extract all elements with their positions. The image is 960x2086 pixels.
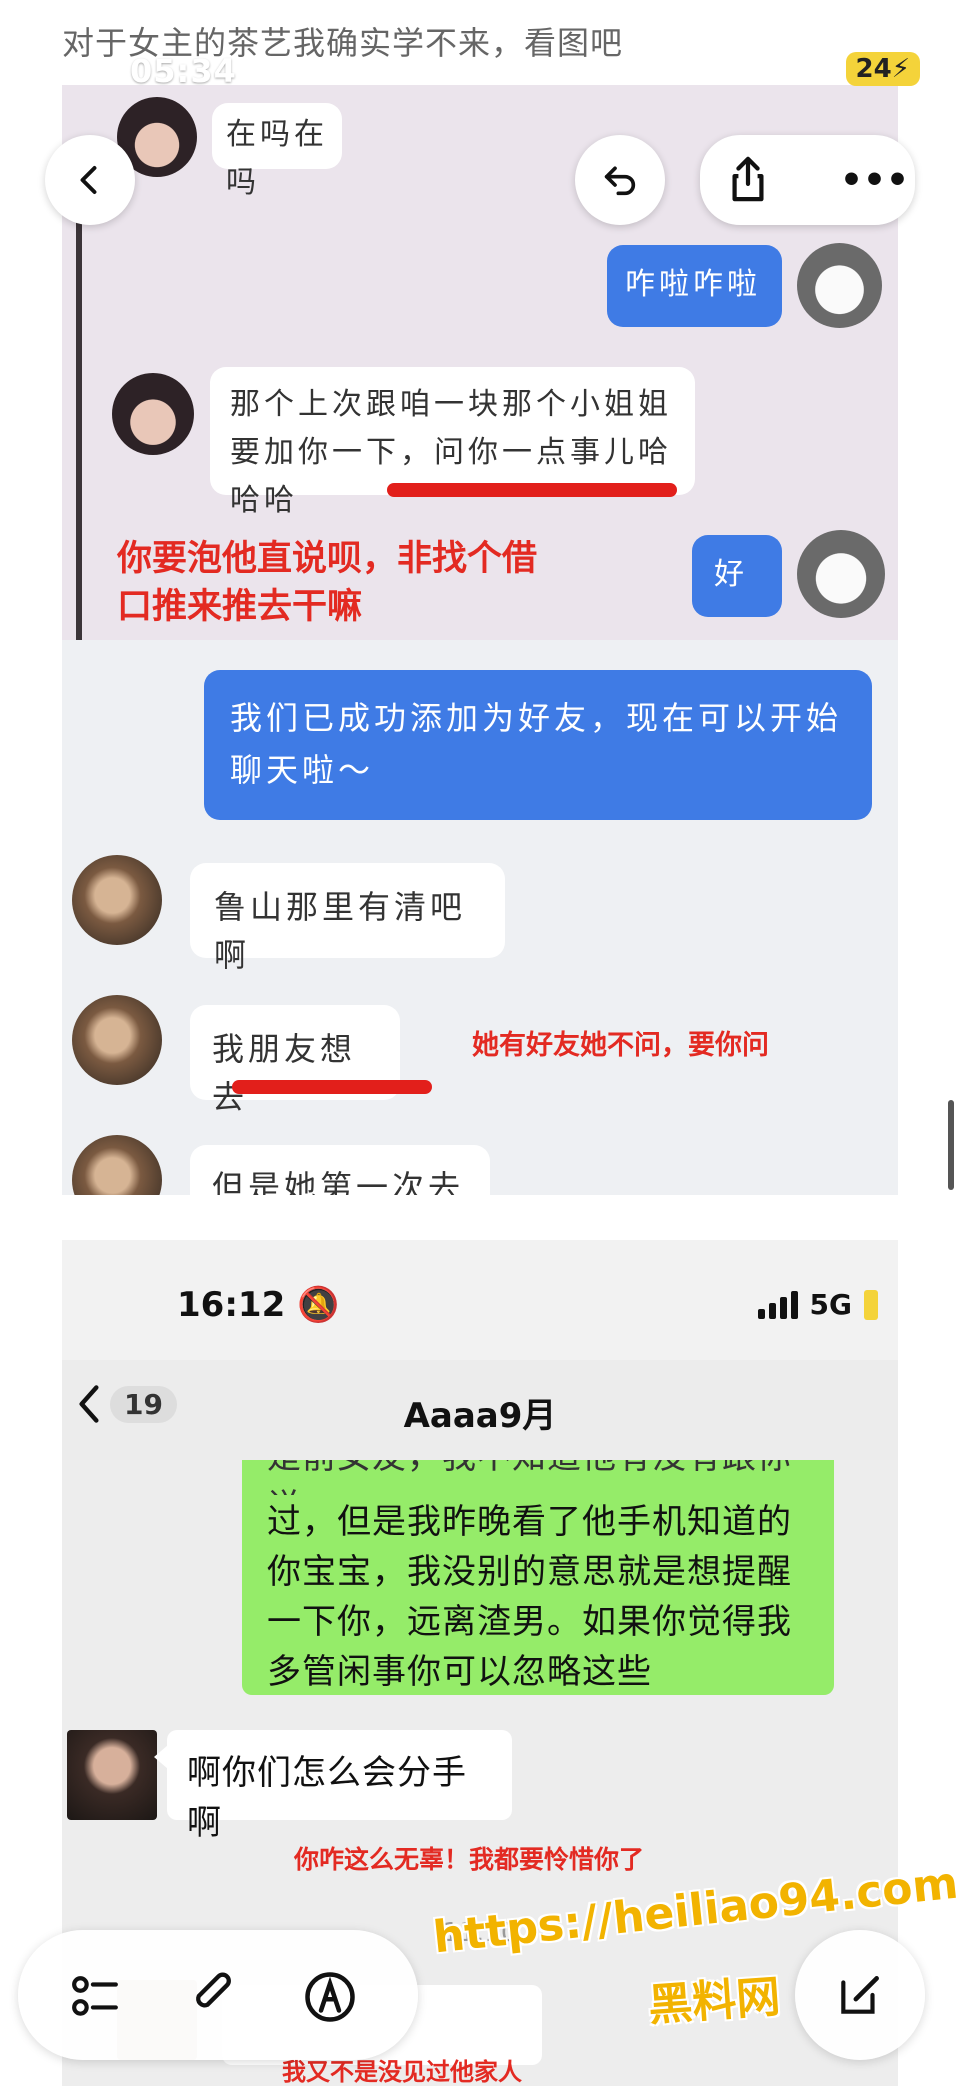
chat-title: Aaaa9月: [403, 1396, 557, 1436]
annotation-text: 她有好友她不问，要你问: [472, 1030, 769, 1061]
message-bubble-partial: 是前女友，我不知道他有没有跟你说: [242, 1460, 834, 1495]
message-bubble: 但是她第一次去: [190, 1145, 490, 1195]
network-label: 5G: [809, 1288, 852, 1321]
red-underline: [232, 1080, 432, 1094]
chevron-left-icon: [80, 166, 97, 194]
message-bubble: 啊你们怎么会分手啊: [167, 1730, 512, 1843]
action-pill: •••: [700, 135, 915, 225]
status-time-2: 16:12 🔕: [177, 1285, 339, 1325]
signal-icon: [757, 1290, 798, 1319]
compose-button[interactable]: [795, 1930, 925, 2060]
network-label: 5G: [789, 52, 832, 86]
avatar-dog: [797, 530, 885, 618]
red-underline: [387, 483, 677, 497]
bubble-tail: [154, 1745, 168, 1769]
more-options-button[interactable]: •••: [840, 160, 909, 201]
message-bubble: 过，但是我昨晚看了他手机知道的你宝宝，我没别的意思就是想提醒一下你，远离渣男。如…: [242, 1495, 834, 1695]
attachment-button[interactable]: [188, 1970, 240, 2026]
avatar-photo: [72, 995, 162, 1085]
status-icons-2: 5G: [757, 1288, 878, 1321]
system-message-bubble: 我们已成功添加为好友，现在可以开始聊天啦～: [204, 670, 872, 820]
message-bubble: 那个上次跟咱一块那个小姐姐要加你一下，问你一点事儿哈哈哈: [210, 367, 695, 518]
compose-icon: [841, 1976, 879, 2014]
paperclip-icon: [196, 1972, 231, 2008]
annotation-text: 你咋这么无辜！我都要怜惜你了: [294, 1845, 645, 1874]
back-button[interactable]: [45, 135, 135, 225]
more-icon: •••: [840, 160, 910, 201]
avatar-girl: [112, 373, 194, 455]
checklist-icon: [72, 1976, 118, 2016]
chat-screenshot-1: 在吗在吗 咋啦咋啦 那个上次跟咱一块那个小姐姐要加你一下，问你一点事儿哈哈哈 你…: [62, 85, 898, 1195]
watermark-name: 黑料网: [646, 1971, 782, 2032]
share-icon: [732, 156, 764, 202]
bell-muted-icon: 🔕: [297, 1285, 340, 1325]
annotation-text: 你要泡他直说呗，非找个借口推来推去干嘛: [117, 539, 538, 627]
battery-icon: [864, 1289, 878, 1320]
status-icons: 5G 24⚡: [735, 52, 920, 86]
message-bubble: 好: [692, 535, 782, 617]
contact-avatar: [67, 1730, 157, 1820]
markup-button[interactable]: [303, 1970, 357, 2028]
status-time: 05:34: [130, 52, 237, 90]
message-bubble: 在吗在吗: [212, 103, 342, 200]
battery-icon: 24⚡: [845, 52, 920, 86]
time-text: 16:12: [177, 1285, 286, 1325]
undo-button[interactable]: [575, 135, 665, 225]
photo-frame-edge: [76, 180, 82, 650]
checklist-button[interactable]: [70, 1972, 120, 2026]
scrollbar[interactable]: [948, 1100, 954, 1190]
avatar-photo: [72, 855, 162, 945]
undo-icon: [604, 166, 636, 196]
bottom-toolbar: [18, 1930, 418, 2060]
battery-level: 24: [855, 54, 892, 84]
chat-nav-bar: 19 Aaaa9月: [62, 1360, 898, 1460]
signal-icon: [735, 55, 776, 83]
message-bubble: 鲁山那里有清吧啊: [190, 863, 505, 974]
share-button[interactable]: [725, 155, 771, 209]
message-bubble: 咋啦咋啦: [607, 245, 782, 327]
partial-text: 是前女友，我不知道他有没有跟你说: [242, 1460, 834, 1495]
avatar-dog: [797, 243, 882, 328]
pen-markup-icon: [305, 1972, 355, 2022]
